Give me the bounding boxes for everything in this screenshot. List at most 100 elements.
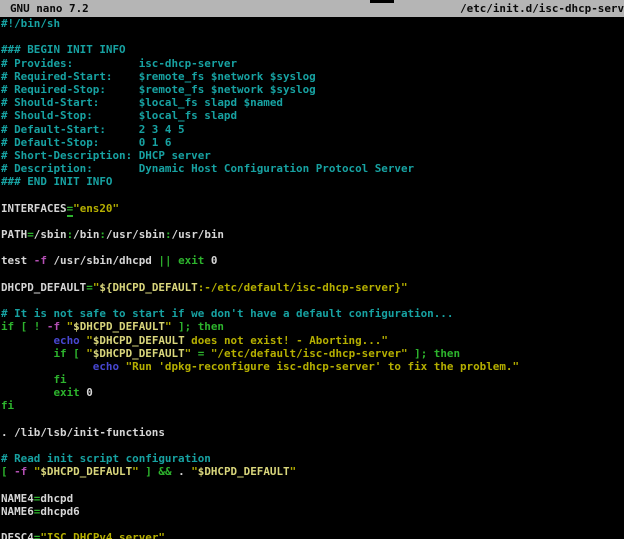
code-line: INTERFACES="ens20" xyxy=(1,202,624,215)
code-segment: "Run 'dpkg-reconfigure isc-dhcp-server' … xyxy=(126,360,519,373)
code-segment: ]; then xyxy=(172,320,224,333)
code-segment: echo xyxy=(53,334,79,347)
code-segment: fi xyxy=(53,373,66,386)
code-segment: # Should-Start: $local_fs slapd $named xyxy=(1,96,283,109)
code-segment: # Read init script configuration xyxy=(1,452,211,465)
code-line: # Required-Start: $remote_fs $network $s… xyxy=(1,70,624,83)
code-line: DESC4="ISC DHCPv4 server" xyxy=(1,531,624,539)
code-segment: test xyxy=(1,254,34,267)
code-segment: #!/bin/sh xyxy=(1,17,60,30)
code-segment: # Provides: isc-dhcp-server xyxy=(1,57,237,70)
code-segment: ### END INIT INFO xyxy=(1,175,112,188)
titlebar-notch xyxy=(370,0,394,3)
code-line: [ -f "$DHCPD_DEFAULT" ] && . "$DHCPD_DEF… xyxy=(1,465,624,478)
code-segment: $DHCPD_DEFAULT xyxy=(93,347,185,360)
code-segment: "ens20" xyxy=(73,202,119,215)
code-line xyxy=(1,413,624,426)
code-segment: # Should-Stop: $local_fs slapd xyxy=(1,109,237,122)
code-segment: "/etc/default/isc-dhcp-server" xyxy=(211,347,408,360)
code-line: #!/bin/sh xyxy=(1,17,624,30)
code-segment: ]; then xyxy=(408,347,460,360)
code-line: echo "$DHCPD_DEFAULT does not exist! - A… xyxy=(1,334,624,347)
code-line xyxy=(1,241,624,254)
code-line: test -f /usr/sbin/dhcpd || exit 0 xyxy=(1,254,624,267)
code-segment: . /lib/lsb/init-functions xyxy=(1,426,165,439)
code-segment: -f xyxy=(47,320,60,333)
code-segment: # Required-Stop: $remote_fs $network $sy… xyxy=(1,83,316,96)
code-segment: # It is not safe to start if we don't ha… xyxy=(1,307,453,320)
code-segment xyxy=(1,386,53,399)
code-line: if [ "$DHCPD_DEFAULT" = "/etc/default/is… xyxy=(1,347,624,360)
code-segment: echo xyxy=(93,360,119,373)
code-segment: does not exist! - Aborting..." xyxy=(185,334,388,347)
code-line: echo "Run 'dpkg-reconfigure isc-dhcp-ser… xyxy=(1,360,624,373)
code-segment: -f xyxy=(34,254,47,267)
code-line: fi xyxy=(1,373,624,386)
code-segment: PATH xyxy=(1,228,27,241)
code-segment xyxy=(1,373,53,386)
code-segment: /bin xyxy=(73,228,99,241)
code-segment: if [ xyxy=(53,347,79,360)
code-segment xyxy=(1,347,53,360)
code-segment: NAME6 xyxy=(1,505,34,518)
code-segment: /usr/sbin xyxy=(106,228,165,241)
code-segment: -f xyxy=(14,465,27,478)
file-path: /etc/init.d/isc-dhcp-serv xyxy=(460,0,624,17)
code-segment: if [ ! xyxy=(1,320,47,333)
code-segment xyxy=(1,360,93,373)
nano-titlebar: GNU nano 7.2 /etc/init.d/isc-dhcp-serv xyxy=(0,0,624,17)
code-segment: ${DHCPD_DEFAULT xyxy=(99,281,197,294)
code-segment: NAME4 xyxy=(1,492,34,505)
code-segment: # Required-Start: $remote_fs $network $s… xyxy=(1,70,316,83)
code-segment: exit xyxy=(178,254,204,267)
code-line: ### END INIT INFO xyxy=(1,175,624,188)
code-segment: [ xyxy=(1,465,14,478)
code-segment: " xyxy=(290,465,297,478)
code-segment: /usr/bin xyxy=(172,228,224,241)
code-segment: $DHCPD_DEFAULT xyxy=(93,334,185,347)
code-line: # Short-Description: DHCP server xyxy=(1,149,624,162)
code-line: . /lib/lsb/init-functions xyxy=(1,426,624,439)
code-segment: /sbin xyxy=(34,228,67,241)
code-line: # Description: Dynamic Host Configuratio… xyxy=(1,162,624,175)
code-segment: dhcpd6 xyxy=(40,505,79,518)
code-line: NAME4=dhcpd xyxy=(1,492,624,505)
code-line: if [ ! -f "$DHCPD_DEFAULT" ]; then xyxy=(1,320,624,333)
code-line xyxy=(1,518,624,531)
code-line: # Should-Stop: $local_fs slapd xyxy=(1,109,624,122)
code-line: # It is not safe to start if we don't ha… xyxy=(1,307,624,320)
code-segment: 0 xyxy=(204,254,217,267)
code-segment: DESC4 xyxy=(1,531,34,539)
code-line: NAME6=dhcpd6 xyxy=(1,505,624,518)
code-line: DHCPD_DEFAULT="${DHCPD_DEFAULT:-/etc/def… xyxy=(1,281,624,294)
code-segment: $DHCPD_DEFAULT xyxy=(73,320,165,333)
code-segment: $DHCPD_DEFAULT xyxy=(198,465,290,478)
code-line xyxy=(1,30,624,43)
code-line: # Default-Stop: 0 1 6 xyxy=(1,136,624,149)
code-segment: fi xyxy=(1,399,14,412)
code-segment: INTERFACES xyxy=(1,202,67,215)
code-segment: . xyxy=(178,465,191,478)
code-line: fi xyxy=(1,399,624,412)
code-line: PATH=/sbin:/bin:/usr/sbin:/usr/bin xyxy=(1,228,624,241)
code-line xyxy=(1,215,624,228)
code-line: ### BEGIN INIT INFO xyxy=(1,43,624,56)
code-line xyxy=(1,188,624,201)
code-segment: /usr/sbin/dhcpd xyxy=(47,254,158,267)
editor-area[interactable]: #!/bin/sh ### BEGIN INIT INFO# Provides: … xyxy=(0,17,624,539)
code-line xyxy=(1,479,624,492)
app-title: GNU nano 7.2 xyxy=(10,0,89,17)
code-segment: # Default-Stop: 0 1 6 xyxy=(1,136,171,149)
code-segment: ] && xyxy=(139,465,178,478)
code-segment: :-/etc/default/isc-dhcp-server}" xyxy=(198,281,408,294)
code-line xyxy=(1,439,624,452)
code-line: exit 0 xyxy=(1,386,624,399)
code-segment: # Default-Start: 2 3 4 5 xyxy=(1,123,185,136)
code-segment: exit xyxy=(53,386,79,399)
code-segment: 0 xyxy=(80,386,93,399)
code-segment: || xyxy=(158,254,171,267)
code-line: # Provides: isc-dhcp-server xyxy=(1,57,624,70)
code-line xyxy=(1,268,624,281)
code-segment: "ISC DHCPv4 server" xyxy=(40,531,165,539)
code-segment xyxy=(1,334,53,347)
